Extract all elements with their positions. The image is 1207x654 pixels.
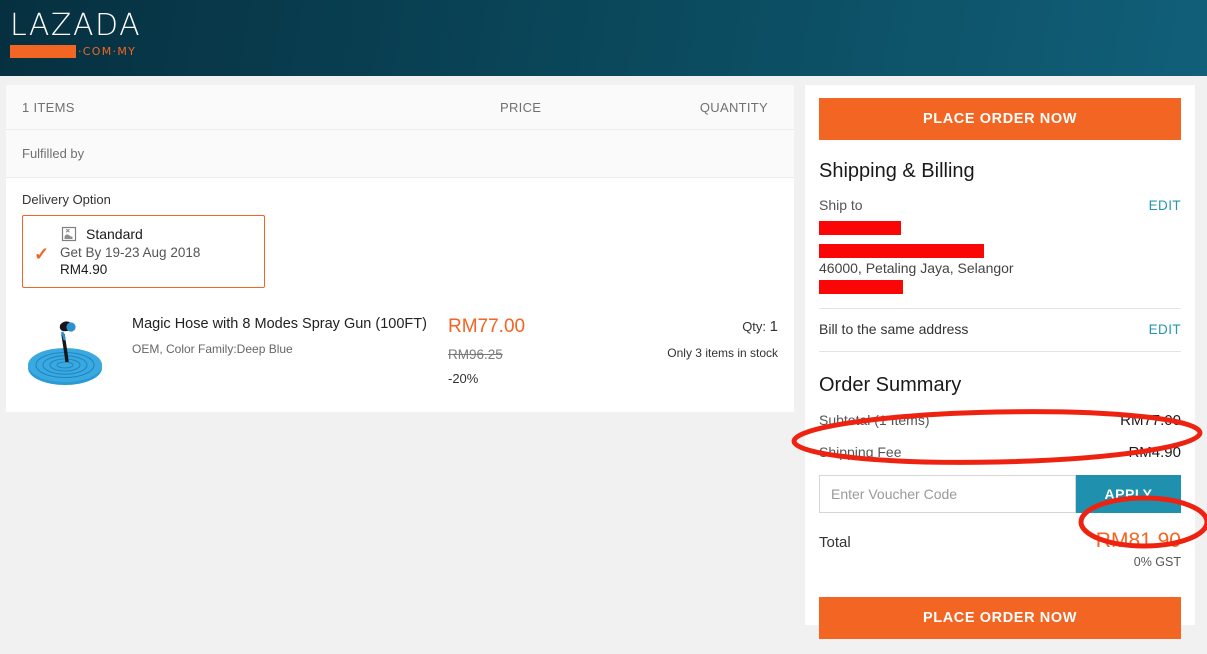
subtotal-row: Subtotal (1 Items) RM77.00: [819, 412, 1181, 429]
shipping-box-icon: [60, 225, 78, 243]
lazada-logo[interactable]: LAZADA ·COM·MY: [10, 10, 145, 58]
selected-check-icon: ✓: [34, 244, 50, 264]
redacted-phone: [819, 280, 903, 294]
bill-same-address-label: Bill to the same address: [819, 321, 969, 337]
shipping-fee-label: Shipping Fee: [819, 444, 902, 460]
logo-wordmark: LAZADA: [10, 8, 142, 43]
address-divider: [819, 308, 1181, 309]
delivery-eta: Get By 19-23 Aug 2018: [60, 245, 201, 260]
product-attributes: OEM, Color Family:Deep Blue: [132, 342, 293, 356]
total-value: RM81.90: [1095, 529, 1181, 552]
shipping-billing-title: Shipping & Billing: [819, 160, 975, 182]
shipping-address-block: 46000, Petaling Jaya, Selangor: [819, 221, 1181, 294]
product-price-block: RM77.00 RM96.25 -20%: [448, 312, 638, 390]
product-discount-percent: -20%: [448, 371, 479, 386]
ship-to-label: Ship to: [819, 197, 863, 213]
delivery-option-section: Delivery Option ✓ Standard Get By 19-23 …: [6, 178, 794, 288]
fulfilled-by-row: Fulfilled by: [6, 130, 794, 178]
product-info: Magic Hose with 8 Modes Spray Gun (100FT…: [108, 312, 448, 390]
column-quantity: QUANTITY: [699, 100, 768, 115]
voucher-code-input[interactable]: [819, 475, 1076, 513]
edit-shipping-address-link[interactable]: EDIT: [1149, 198, 1181, 213]
product-quantity-block: Qty: 1 Only 3 items in stock: [638, 312, 778, 390]
product-thumbnail[interactable]: [22, 312, 108, 390]
total-row: Total RM81.90: [819, 529, 1181, 553]
cart-item-row: Magic Hose with 8 Modes Spray Gun (100FT…: [6, 298, 794, 412]
delivery-option-standard[interactable]: ✓ Standard Get By 19-23 Aug 2018 RM4.90: [22, 215, 265, 288]
column-price: PRICE: [500, 100, 542, 115]
redacted-name: [819, 221, 901, 235]
gst-note: 0% GST: [1133, 555, 1181, 569]
logo-orange-bar: [10, 45, 76, 58]
cart-column-header: 1 ITEMS PRICE QUANTITY: [6, 85, 794, 130]
product-original-price: RM96.25: [448, 347, 503, 362]
redacted-street: [819, 244, 984, 258]
total-label: Total: [819, 534, 851, 551]
place-order-button-top[interactable]: PLACE ORDER NOW: [819, 98, 1181, 140]
subtotal-value: RM77.00: [1120, 412, 1181, 429]
order-summary-title: Order Summary: [819, 374, 962, 396]
site-header: LAZADA ·COM·MY: [0, 0, 1207, 76]
place-order-button-bottom[interactable]: PLACE ORDER NOW: [819, 597, 1181, 639]
quantity-value: 1: [769, 318, 778, 335]
billing-divider: [819, 351, 1181, 352]
stock-note: Only 3 items in stock: [667, 346, 778, 360]
delivery-fee: RM4.90: [60, 262, 108, 277]
apply-voucher-button[interactable]: APPLY: [1076, 475, 1181, 513]
order-summary-panel: PLACE ORDER NOW Shipping & Billing Ship …: [805, 85, 1195, 639]
logo-domain-text: ·COM·MY: [78, 45, 137, 58]
shipping-fee-value: RM4.90: [1128, 444, 1181, 461]
delivery-option-name: Standard: [86, 226, 143, 242]
quantity-label: Qty:: [742, 319, 767, 334]
subtotal-label: Subtotal (1 Items): [819, 412, 930, 428]
product-current-price: RM77.00: [448, 316, 526, 337]
shipping-fee-row: Shipping Fee RM4.90: [819, 444, 1181, 461]
voucher-row: APPLY: [819, 475, 1181, 513]
delivery-option-label: Delivery Option: [22, 192, 111, 207]
product-title[interactable]: Magic Hose with 8 Modes Spray Gun (100FT…: [132, 316, 448, 332]
address-line-city: 46000, Petaling Jaya, Selangor: [819, 260, 1014, 276]
cart-panel: 1 ITEMS PRICE QUANTITY Fulfilled by Deli…: [6, 85, 794, 412]
column-items-count: 1 ITEMS: [22, 100, 75, 115]
edit-billing-address-link[interactable]: EDIT: [1149, 322, 1181, 337]
